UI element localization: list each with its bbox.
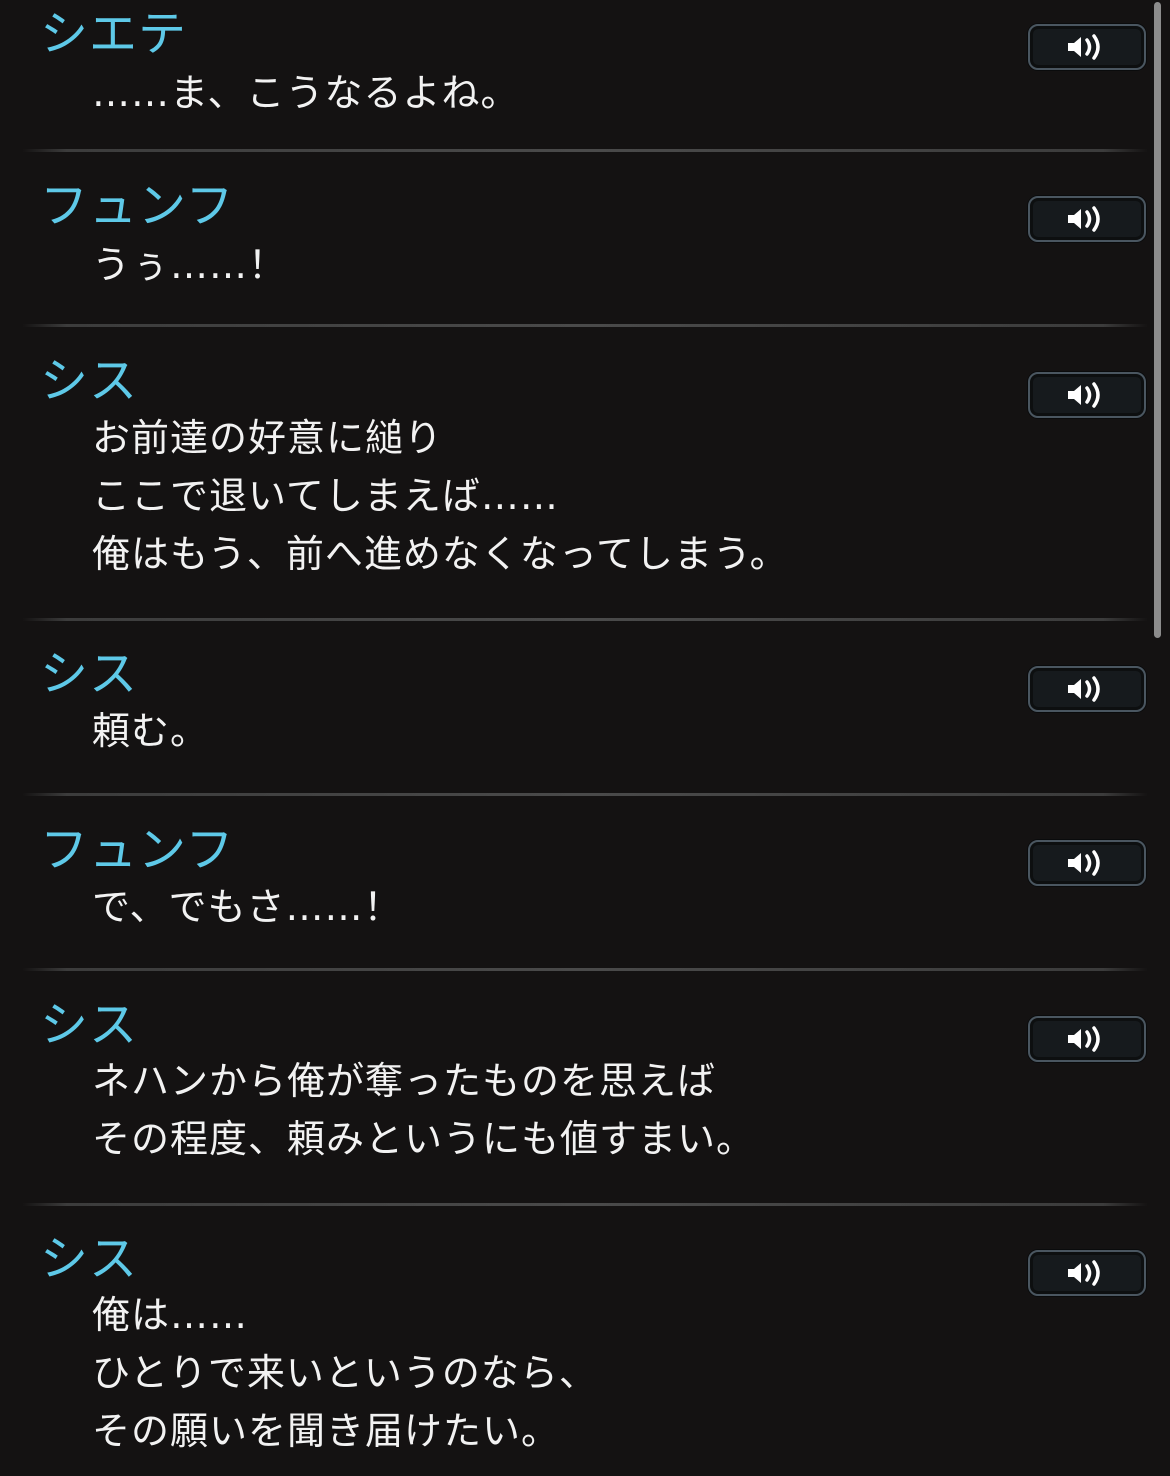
entry-divider — [22, 149, 1148, 152]
backlog-list: シエテ ……ま、こうなるよね。 フュンフ うぅ……！ シス お前達の好意に縋り … — [0, 0, 1170, 1476]
speaker-volume-icon — [1068, 1260, 1100, 1286]
dialogue-line: 頼む。 — [92, 709, 210, 753]
speaker-volume-icon — [1068, 676, 1100, 702]
voice-replay-button[interactable] — [1028, 372, 1146, 418]
dialogue-line: ネハンから俺が奪ったものを思えば — [92, 1059, 717, 1103]
scrollbar-thumb[interactable] — [1154, 2, 1161, 638]
speaker-name: シス — [40, 1231, 139, 1287]
voice-replay-button[interactable] — [1028, 840, 1146, 886]
speaker-name: シエテ — [40, 6, 188, 62]
dialogue-line: うぅ……！ — [92, 243, 288, 287]
entry-divider — [22, 324, 1148, 327]
speaker-name: シス — [40, 353, 139, 409]
dialogue-line: 俺は…… — [92, 1293, 249, 1337]
dialogue-line: ここで退いてしまえば…… — [92, 474, 559, 518]
voice-replay-button[interactable] — [1028, 666, 1146, 712]
speaker-name: シス — [40, 997, 139, 1053]
dialogue-line: ひとりで来いというのなら、 — [92, 1351, 598, 1395]
dialogue-line: 俺はもう、前へ進めなくなってしまう。 — [92, 532, 789, 576]
dialogue-line: お前達の好意に縋り — [92, 416, 444, 460]
speaker-volume-icon — [1068, 382, 1100, 408]
entry-divider — [22, 968, 1148, 971]
speaker-name: シス — [40, 646, 139, 702]
speaker-volume-icon — [1068, 850, 1100, 876]
entry-divider — [22, 618, 1148, 621]
entry-divider — [22, 793, 1148, 796]
speaker-volume-icon — [1068, 206, 1100, 232]
dialogue-text: うぅ……！ — [92, 236, 287, 294]
dialogue-line: で、でもさ……！ — [92, 885, 403, 929]
dialogue-text: 俺は…… ひとりで来いというのなら、 その願いを聞き届けたい。 — [92, 1286, 598, 1460]
entry-divider — [22, 1203, 1148, 1206]
dialogue-text: ……ま、こうなるよね。 — [92, 64, 519, 122]
dialogue-line: ……ま、こうなるよね。 — [92, 71, 520, 115]
speaker-name: フュンフ — [40, 822, 235, 878]
dialogue-text: ネハンから俺が奪ったものを思えば その程度、頼みというにも値すまい。 — [92, 1052, 755, 1168]
dialogue-text: で、でもさ……！ — [92, 878, 402, 936]
speaker-volume-icon — [1068, 34, 1100, 60]
voice-replay-button[interactable] — [1028, 196, 1146, 242]
dialogue-line: その願いを聞き届けたい。 — [92, 1409, 561, 1453]
voice-replay-button[interactable] — [1028, 1016, 1146, 1062]
voice-replay-button[interactable] — [1028, 1250, 1146, 1296]
speaker-name: フュンフ — [40, 178, 235, 234]
dialogue-text: お前達の好意に縋り ここで退いてしまえば…… 俺はもう、前へ進めなくなってしまう… — [92, 409, 789, 583]
dialogue-line: その程度、頼みというにも値すまい。 — [92, 1117, 756, 1161]
voice-replay-button[interactable] — [1028, 24, 1146, 70]
speaker-volume-icon — [1068, 1026, 1100, 1052]
dialogue-text: 頼む。 — [92, 702, 209, 760]
